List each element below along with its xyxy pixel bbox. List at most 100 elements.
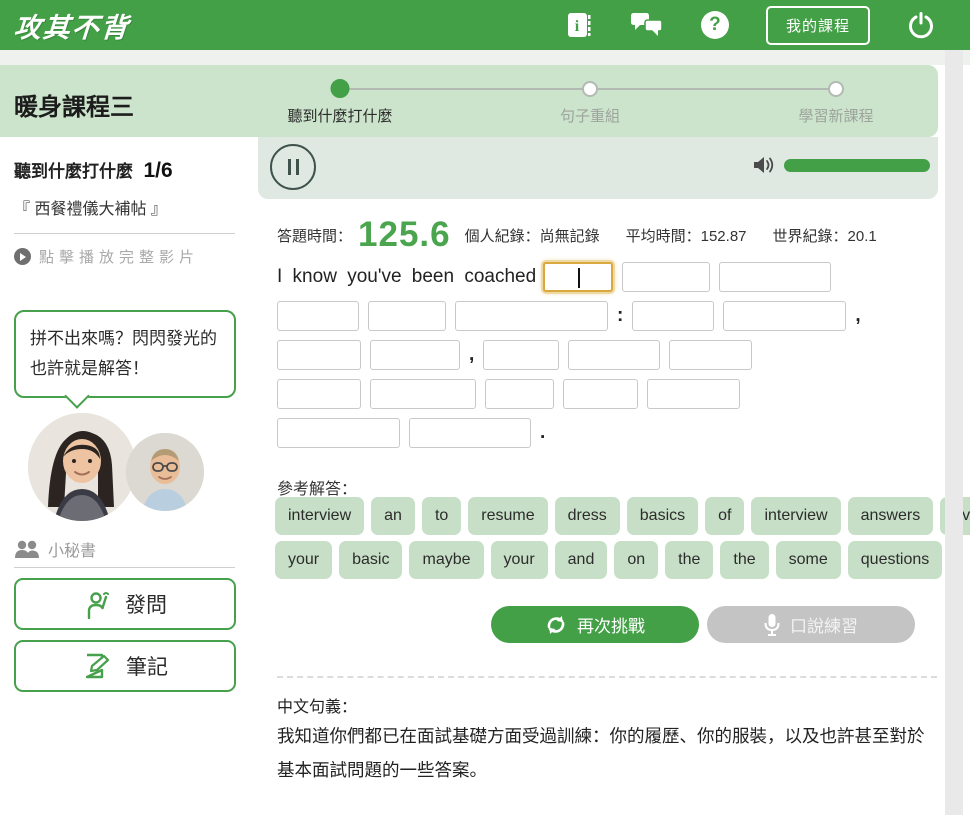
word-chip[interactable]: resume [468, 497, 548, 535]
retry-label: 再次挑戰 [577, 617, 645, 636]
answer-input-box[interactable] [485, 378, 554, 409]
answer-input-box[interactable] [277, 300, 359, 331]
answer-input-box[interactable] [622, 261, 711, 292]
answer-input-box[interactable] [368, 300, 446, 331]
answer-input-box[interactable] [669, 339, 753, 370]
power-icon[interactable] [904, 8, 938, 42]
chinese-meaning-label: 中文句義： [277, 699, 358, 716]
lesson-title: 『 西餐禮儀大補帖 』 [14, 201, 167, 218]
answer-row-3: , [277, 339, 927, 370]
word-chip[interactable]: basics [626, 497, 699, 535]
course-stepper: 聽到什麼打什麼 句子重組 學習新課程 [280, 77, 900, 133]
main-content: 答題時間： 125.6 個人紀錄：尚無記錄 平均時間：152.87 世界紀錄：2… [258, 137, 970, 815]
audio-player-bar [258, 137, 938, 199]
play-full-video-label: 點擊播放完整影片 [39, 249, 200, 266]
my-courses-button[interactable]: 我的課程 [765, 5, 870, 45]
answer-input-box[interactable] [370, 339, 460, 370]
notes-button[interactable]: 筆記 [14, 640, 236, 692]
retry-icon [547, 615, 565, 634]
play-full-video-button[interactable]: 點擊播放完整影片 [14, 246, 258, 267]
answer-row-2: :, [277, 300, 927, 331]
retry-button[interactable]: 再次挑戰 [491, 606, 699, 643]
sentence-prompt: I know you've been coached [277, 265, 537, 287]
word-chip[interactable]: maybe [409, 541, 484, 579]
help-icon[interactable]: ? [698, 8, 732, 42]
assistant-label: 小秘書 [48, 543, 97, 560]
speaker-icon[interactable] [752, 154, 776, 176]
answer-time-label: 答題時間： [277, 227, 353, 245]
step-label-1: 聽到什麼打什麼 [287, 108, 393, 125]
notes-label: 筆記 [126, 656, 168, 679]
word-chip[interactable]: your [490, 541, 548, 579]
reference-answer-label: 參考解答： [277, 481, 358, 498]
word-chip[interactable]: dress [554, 497, 620, 535]
world-record: 世界紀錄：20.1 [772, 227, 877, 245]
answer-input-box[interactable] [723, 300, 847, 331]
word-chip[interactable]: of [705, 497, 745, 535]
volume-slider[interactable] [784, 158, 930, 172]
answer-input-box[interactable] [563, 378, 638, 409]
note-pencil-icon [85, 653, 110, 679]
section-dashed-divider [277, 676, 937, 678]
speaking-practice-label: 口說練習 [790, 617, 858, 636]
header-divider-strip [0, 50, 970, 65]
answer-input-box[interactable] [277, 378, 361, 409]
chip-row-1: interview an to resume dress basics of intervie… [275, 497, 970, 535]
average-time: 平均時間：152.87 [625, 227, 747, 245]
ask-question-button[interactable]: 發問 [14, 578, 236, 630]
word-chip[interactable]: some [775, 541, 841, 579]
word-chip[interactable]: an [371, 497, 415, 535]
punctuation: , [855, 304, 861, 326]
word-chip[interactable]: on [614, 541, 659, 579]
pause-button[interactable] [270, 144, 316, 190]
word-chip[interactable]: the [665, 541, 714, 579]
answer-input-box[interactable] [409, 417, 531, 448]
step-node-3 [828, 81, 844, 97]
answer-input-box[interactable] [370, 378, 476, 409]
answer-input-box[interactable] [568, 339, 661, 370]
answer-input-box[interactable] [719, 261, 832, 292]
speaking-practice-button[interactable]: 口說練習 [707, 606, 915, 643]
chat-icon[interactable] [630, 8, 664, 42]
raise-hand-icon [87, 592, 109, 619]
hint-speech-bubble: 拼不出來嗎？閃閃發光的也許就是解答！ [14, 310, 236, 398]
word-chip[interactable]: basic [339, 541, 403, 579]
section-title: 聽到什麼打什麼 [14, 162, 133, 181]
answer-input-box[interactable] [277, 339, 361, 370]
personal-record: 個人紀錄：尚無記錄 [464, 227, 600, 245]
tutor-avatar-female [28, 413, 136, 521]
stats-row: 答題時間： 125.6 個人紀錄：尚無記錄 平均時間：152.87 世界紀錄：2… [277, 215, 903, 255]
play-icon [14, 248, 31, 265]
answer-input-box[interactable] [483, 339, 560, 370]
guide-book-icon[interactable]: i [562, 8, 596, 42]
top-header: 攻其不背 i ? 我的課程 [0, 0, 970, 50]
word-chip[interactable]: your [275, 541, 333, 579]
action-buttons: 再次挑戰 口說練習 [491, 606, 915, 643]
answer-input-box[interactable] [277, 417, 400, 448]
answer-input-box[interactable] [455, 300, 608, 331]
answer-input-box-active[interactable] [543, 261, 614, 292]
word-chip[interactable]: the [720, 541, 769, 579]
microphone-icon [764, 613, 780, 636]
dictation-answer-area: I know you've been coached:,,. [277, 261, 927, 456]
brand-logo[interactable]: 攻其不背 [13, 6, 132, 45]
answer-input-box[interactable] [632, 300, 715, 331]
word-chip[interactable]: to [421, 497, 462, 535]
assistant-row: 小秘書 [14, 537, 96, 561]
word-chip[interactable]: questions [847, 541, 943, 579]
word-chips: interview an to resume dress basics of intervie… [275, 497, 970, 585]
answer-time-value: 125.6 [358, 215, 451, 254]
step-label-3: 學習新課程 [798, 108, 874, 125]
answer-row-4 [277, 378, 927, 409]
answer-input-box[interactable] [647, 378, 740, 409]
step-label-2: 句子重組 [559, 108, 620, 125]
people-icon [15, 540, 39, 558]
app-window: 攻其不背 i ? 我的課程 暖身課程三 聽到什麼打什麼 句子重組 學習新課程 聽… [0, 0, 970, 815]
word-chip[interactable]: and [554, 541, 608, 579]
page-scrollbar[interactable] [945, 50, 963, 815]
word-chip[interactable]: interview [751, 497, 841, 535]
word-chip[interactable]: answers [847, 497, 934, 535]
word-chip[interactable]: interview [275, 497, 365, 535]
tutor-avatars [14, 405, 244, 535]
question-mark: ? [700, 11, 729, 39]
